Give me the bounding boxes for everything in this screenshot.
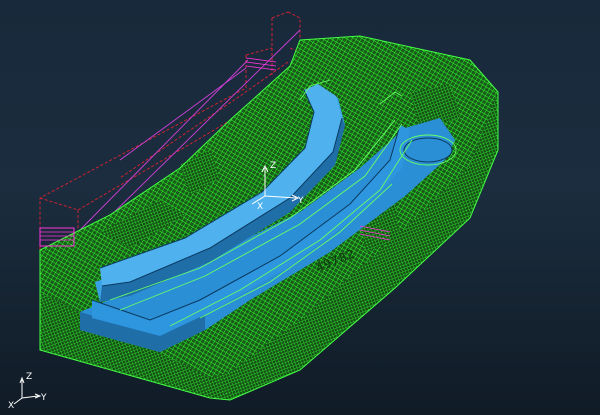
- view-y-label: Y: [40, 393, 47, 403]
- cad-viewport[interactable]: 49782 Z Y X Z Y X: [0, 0, 600, 415]
- model-scene[interactable]: 49782 Z Y X Z Y X: [0, 0, 600, 415]
- view-x-label: X: [8, 401, 14, 411]
- workplane-x-label: X: [257, 202, 263, 212]
- workplane-z-label: Z: [270, 161, 276, 171]
- view-orientation-triad: Z Y X: [8, 372, 47, 411]
- view-z-label: Z: [26, 372, 32, 382]
- workplane-y-label: Y: [297, 196, 304, 206]
